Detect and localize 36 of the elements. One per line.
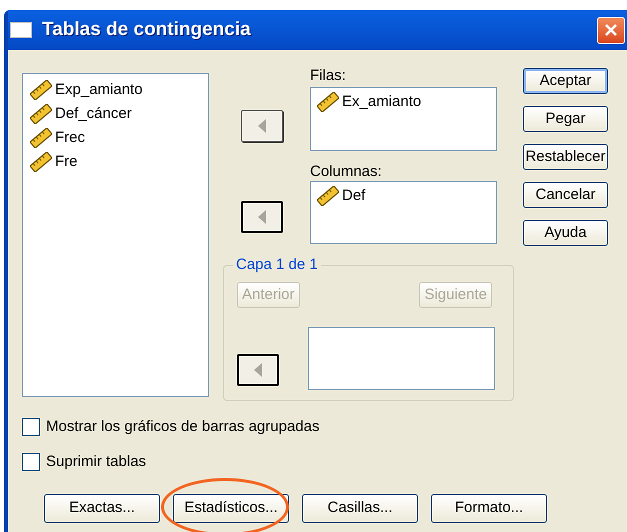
checkbox[interactable] — [22, 452, 40, 471]
window-title: Tablas de contingencia — [42, 18, 251, 42]
dialog-button[interactable]: Casillas... — [302, 494, 418, 523]
dialog-button[interactable]: Ayuda — [523, 220, 608, 246]
window-icon — [10, 22, 32, 38]
left-triangle-icon — [254, 362, 262, 376]
checkbox-label[interactable]: Mostrar los gráficos de barras agrupadas — [46, 416, 320, 438]
checkbox[interactable] — [22, 418, 40, 436]
variable-name[interactable]: Fre — [55, 150, 78, 174]
dialog-button[interactable]: Estadísticos... — [173, 494, 289, 523]
variable-name[interactable]: Ex_amianto — [342, 90, 422, 114]
source-variable-list[interactable]: Exp_amianto Def_cáncer Frec Fre — [22, 73, 209, 397]
dialog-button[interactable]: Cancelar — [523, 182, 608, 208]
dialog-button[interactable]: Exactas... — [44, 494, 160, 523]
variable-list-box[interactable] — [308, 327, 495, 390]
dialog-button[interactable]: Restablecer — [523, 144, 608, 170]
rows-label: Filas: — [310, 66, 347, 86]
dialog-button[interactable]: Formato... — [431, 494, 547, 523]
move-arrow-button[interactable] — [241, 110, 283, 142]
variable-name[interactable]: Def — [342, 184, 366, 208]
checkbox-label[interactable]: Suprimir tablas — [46, 450, 146, 473]
left-triangle-icon — [258, 119, 266, 133]
close-icon — [604, 23, 618, 37]
move-arrow-button[interactable] — [237, 354, 279, 386]
layer-title: Capa 1 de 1 — [233, 256, 321, 274]
dialog-button[interactable]: Pegar — [523, 106, 608, 132]
variable-list-box[interactable]: Def — [310, 181, 497, 244]
variable-name[interactable]: Frec — [55, 126, 85, 150]
close-button[interactable] — [597, 16, 625, 44]
dialog-button[interactable]: Aceptar — [523, 68, 608, 94]
variable-list-box[interactable]: Ex_amianto — [310, 87, 497, 151]
variable-name[interactable]: Def_cáncer — [55, 102, 132, 126]
columns-label: Columnas: — [310, 162, 383, 181]
left-triangle-icon — [258, 210, 266, 224]
move-arrow-button[interactable] — [241, 201, 283, 233]
variable-name[interactable]: Exp_amianto — [55, 78, 143, 102]
